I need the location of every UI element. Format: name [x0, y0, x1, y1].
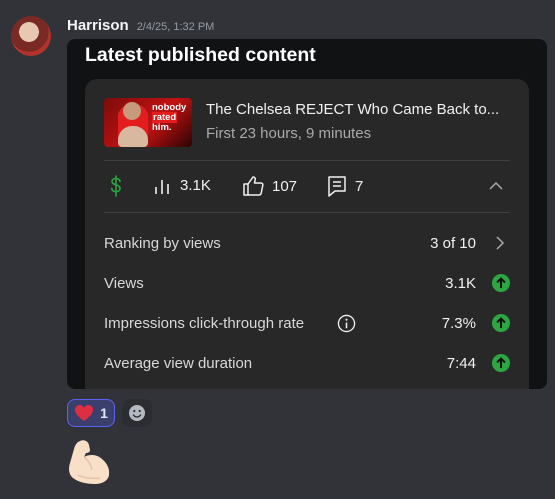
views-count: 3.1K — [180, 176, 211, 194]
views-stat: 3.1K — [152, 175, 211, 195]
chevron-right-icon[interactable] — [495, 236, 505, 250]
metric-value: 7:44 — [446, 355, 476, 372]
likes-stat: 107 — [242, 175, 297, 197]
trend-up-icon — [492, 314, 510, 332]
message-header: Harrison 2/4/25, 1:32 PM — [67, 17, 214, 34]
metric-label: Impressions click-through rate — [104, 315, 305, 332]
comments-stat: 7 — [327, 175, 363, 197]
heart-icon — [75, 405, 94, 421]
metric-row-views: Views 3.1K — [104, 271, 510, 295]
dollar-icon — [111, 175, 121, 197]
message-embed: Latest published content nobody rated hi… — [67, 39, 547, 389]
reaction-count: 1 — [100, 405, 108, 421]
metric-row-avd: Average view duration 7:44 — [104, 351, 510, 375]
thumbnail-caption: nobody rated him. — [152, 102, 187, 133]
chevron-up-icon[interactable] — [488, 178, 504, 194]
divider — [104, 160, 510, 161]
video-period: First 23 hours, 9 minutes — [206, 125, 372, 142]
smiley-add-icon — [129, 405, 145, 421]
metric-value: 7.3% — [441, 315, 476, 332]
comment-icon — [328, 176, 346, 197]
comments-count: 7 — [355, 177, 364, 195]
author-name[interactable]: Harrison — [67, 17, 129, 34]
metric-label: Average view duration — [104, 355, 253, 372]
message-timestamp: 2/4/25, 1:32 PM — [136, 21, 215, 33]
video-thumbnail[interactable]: nobody rated him. — [104, 98, 192, 147]
stats-bar: 3.1K 107 7 — [104, 175, 510, 199]
add-reaction-button[interactable] — [122, 399, 152, 427]
thumbs-up-icon — [243, 176, 264, 196]
trend-up-icon — [492, 274, 510, 292]
bar-chart-icon — [155, 180, 169, 194]
thumbnail-head — [123, 102, 141, 120]
revenue-stat — [108, 175, 124, 197]
trend-up-icon — [492, 354, 510, 372]
metric-row-ctr: Impressions click-through rate 7.3% — [104, 311, 510, 335]
metric-label: Ranking by views — [104, 235, 221, 252]
metric-value: 3.1K — [445, 275, 476, 292]
video-title[interactable]: The Chelsea REJECT Who Came Back to... — [206, 101, 499, 118]
metric-label: Views — [104, 275, 144, 292]
content-card: nobody rated him. The Chelsea REJECT Who… — [85, 79, 529, 389]
flexed-biceps-icon — [69, 440, 110, 484]
metric-row-ranking[interactable]: Ranking by views 3 of 10 — [104, 231, 510, 255]
heart-reaction[interactable]: 1 — [67, 399, 115, 427]
metric-value: 3 of 10 — [430, 235, 476, 252]
info-icon[interactable] — [337, 314, 356, 333]
likes-count: 107 — [272, 177, 298, 195]
embed-title: Latest published content — [85, 44, 316, 66]
user-avatar[interactable] — [11, 16, 51, 56]
divider — [104, 212, 510, 213]
